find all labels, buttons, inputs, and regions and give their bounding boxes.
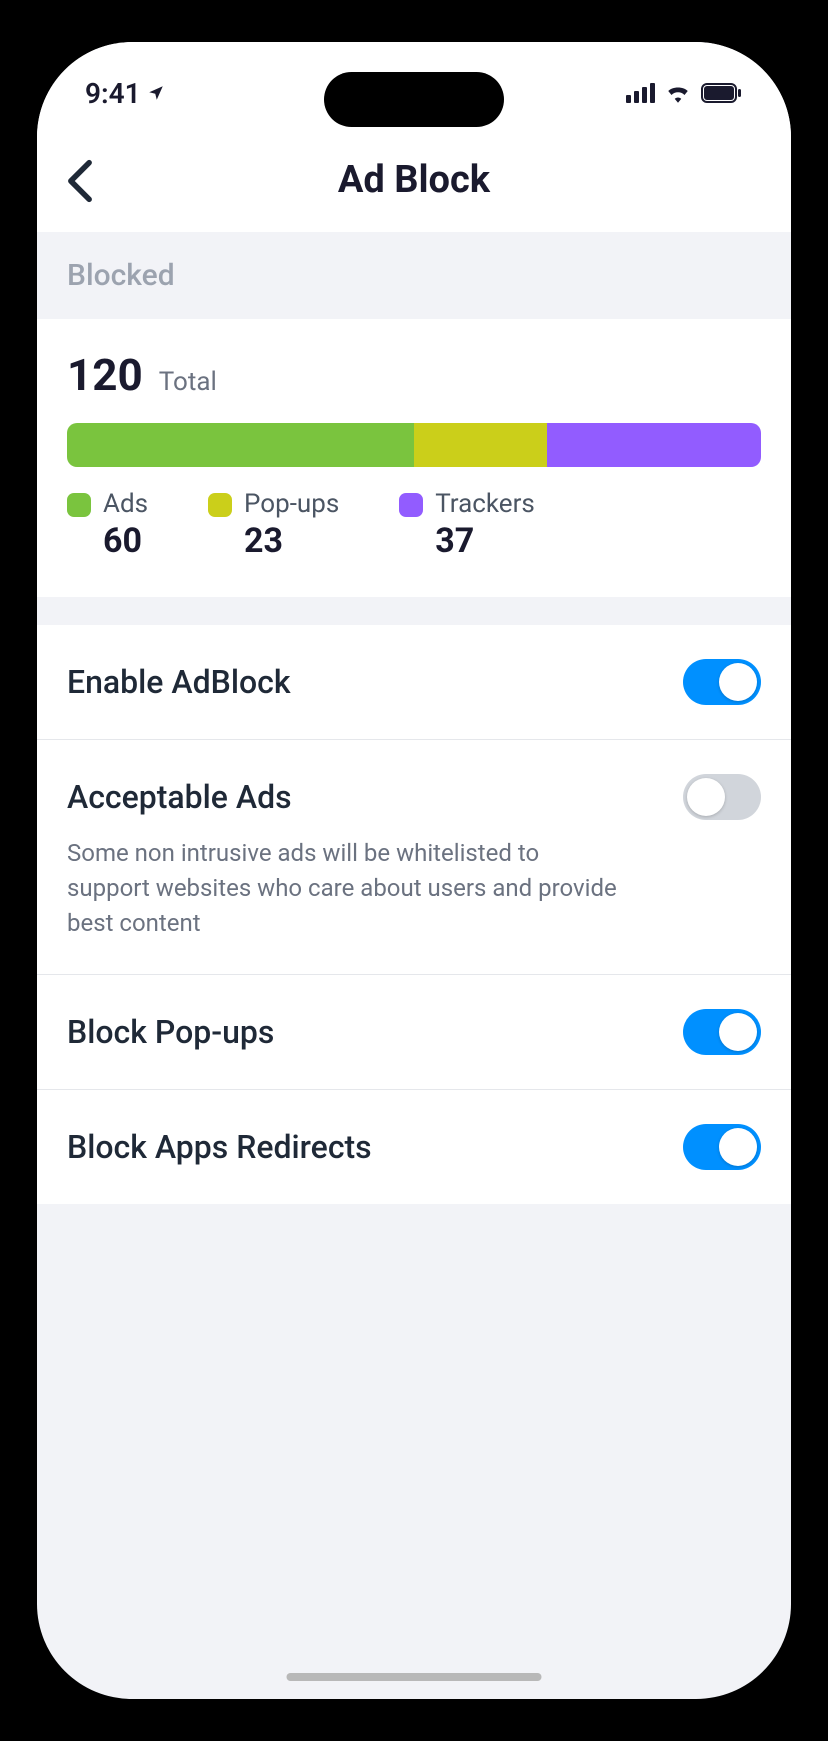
stats-total-value: 120	[67, 349, 143, 401]
page-title: Ad Block	[338, 158, 490, 202]
toggle-thumb	[719, 1013, 757, 1051]
status-icons	[626, 83, 743, 103]
settings-list: Enable AdBlock Acceptable Ads Some non int…	[37, 625, 791, 1204]
status-time-text: 9:41	[85, 77, 141, 110]
screen: 9:41 Ad Block Blocked	[37, 42, 791, 1699]
legend-swatch	[208, 493, 232, 517]
toggle-thumb	[719, 663, 757, 701]
legend-value: 60	[103, 521, 148, 561]
legend-text: Pop-ups23	[244, 489, 339, 561]
setting-main: Acceptable Ads	[67, 774, 761, 820]
toggle-thumb	[687, 778, 725, 816]
bar-segment-trackers	[547, 423, 761, 467]
device-power-button	[809, 460, 817, 630]
location-icon	[147, 84, 165, 102]
toggle-thumb	[719, 1128, 757, 1166]
stacked-bar-chart	[67, 423, 761, 467]
status-time: 9:41	[85, 77, 165, 110]
setting-row-block-pop-ups: Block Pop-ups	[37, 975, 791, 1090]
device-volume-up	[11, 420, 19, 530]
legend-label: Pop-ups	[244, 489, 339, 519]
legend-value: 37	[435, 521, 535, 561]
legend-item-pop-ups: Pop-ups23	[208, 489, 339, 561]
toggle-acceptable-ads[interactable]	[683, 774, 761, 820]
legend-label: Ads	[103, 489, 148, 519]
legend-item-ads: Ads60	[67, 489, 148, 561]
home-indicator[interactable]	[287, 1673, 542, 1681]
device-side-button	[11, 320, 19, 380]
device-volume-down	[11, 560, 19, 670]
stats-total: 120 Total	[67, 349, 761, 401]
chevron-left-icon	[67, 159, 93, 203]
battery-icon	[701, 83, 743, 103]
legend-swatch	[399, 493, 423, 517]
setting-main: Block Pop-ups	[67, 1009, 761, 1055]
setting-row-block-apps-redirects: Block Apps Redirects	[37, 1090, 791, 1204]
legend-swatch	[67, 493, 91, 517]
legend-value: 23	[244, 521, 339, 561]
toggle-block-pop-ups[interactable]	[683, 1009, 761, 1055]
cellular-icon	[626, 83, 655, 103]
dynamic-island	[324, 72, 504, 127]
setting-row-enable-adblock: Enable AdBlock	[37, 625, 791, 740]
legend-text: Ads60	[103, 489, 148, 561]
bar-segment-ads	[67, 423, 414, 467]
setting-title: Acceptable Ads	[67, 778, 292, 816]
setting-title: Block Apps Redirects	[67, 1128, 372, 1166]
legend-label: Trackers	[435, 489, 535, 519]
back-button[interactable]	[67, 159, 93, 207]
wifi-icon	[665, 83, 691, 103]
bar-segment-pop-ups	[414, 423, 547, 467]
setting-title: Block Pop-ups	[67, 1013, 274, 1051]
section-spacer	[37, 597, 791, 625]
toggle-enable-adblock[interactable]	[683, 659, 761, 705]
legend-item-trackers: Trackers37	[399, 489, 535, 561]
setting-row-acceptable-ads: Acceptable Ads Some non intrusive ads wil…	[37, 740, 791, 975]
setting-main: Block Apps Redirects	[67, 1124, 761, 1170]
stats-card: 120 Total Ads60 Pop-ups23 Trackers37	[37, 319, 791, 597]
setting-description: Some non intrusive ads will be whitelist…	[67, 836, 617, 940]
section-header-blocked: Blocked	[37, 232, 791, 319]
stats-total-label: Total	[159, 367, 217, 397]
legend-text: Trackers37	[435, 489, 535, 561]
chart-legend: Ads60 Pop-ups23 Trackers37	[67, 489, 761, 561]
setting-title: Enable AdBlock	[67, 663, 291, 701]
setting-main: Enable AdBlock	[67, 659, 761, 705]
nav-header: Ad Block	[37, 134, 791, 232]
device-frame: 9:41 Ad Block Blocked	[15, 20, 813, 1721]
toggle-block-apps-redirects[interactable]	[683, 1124, 761, 1170]
